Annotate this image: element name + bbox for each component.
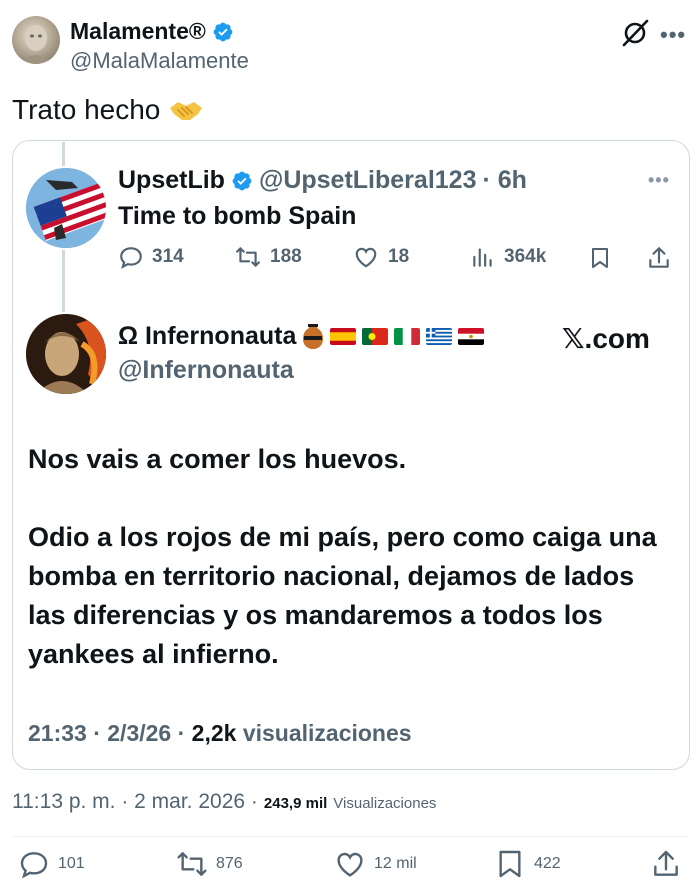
infernonauta-avatar[interactable] <box>26 314 106 394</box>
italy-flag-icon <box>394 328 421 345</box>
grok-icon[interactable] <box>620 18 650 48</box>
tweet-timestamp[interactable]: 11:13 p. m. · 2 mar. 2026 · <box>12 790 258 814</box>
share-icon <box>654 850 678 876</box>
reply-icon <box>120 247 142 269</box>
like-icon <box>337 852 363 877</box>
views-icon <box>473 248 492 267</box>
infernonauta-views-label: visualizaciones <box>242 720 412 746</box>
upsetlib-avatar[interactable] <box>26 168 106 248</box>
upsetlib-name[interactable]: UpsetLib <box>118 166 225 195</box>
bookmark-button[interactable]: 422 <box>494 848 561 880</box>
repost-button[interactable]: 876 <box>176 848 243 880</box>
like-count: 12 mil <box>374 855 417 872</box>
like-count: 18 <box>388 246 410 267</box>
repost-count: 876 <box>216 855 243 872</box>
verified-badge-icon <box>232 171 252 190</box>
reply-count: 101 <box>58 855 85 872</box>
bookmark-icon[interactable] <box>588 244 612 272</box>
reply-button[interactable]: 101 <box>18 848 85 880</box>
more-icon[interactable]: ••• <box>660 22 686 48</box>
author-avatar[interactable] <box>12 16 60 64</box>
repost-icon <box>236 247 260 267</box>
upsetlib-actions: 314 188 18 364k <box>118 244 678 278</box>
upsetlib-time: · 6h <box>482 166 527 194</box>
like-icon <box>355 247 377 268</box>
repost-count: 188 <box>270 246 302 267</box>
infernonauta-name[interactable]: Ω Infernonauta <box>118 322 296 351</box>
thread-line-top <box>62 142 65 166</box>
egypt-flag-icon <box>458 328 485 345</box>
tweet-views-label: Visualizaciones <box>333 795 437 812</box>
bookmark-icon <box>499 850 521 878</box>
verified-badge-icon <box>213 22 233 41</box>
upsetlib-handle[interactable]: @UpsetLiberal123 <box>259 166 477 195</box>
upsetlib-text: Time to bomb Spain <box>118 202 357 230</box>
portugal-flag-icon <box>362 328 389 345</box>
tweet-actions: 101 876 12 mil 422 <box>0 848 700 888</box>
author-handle[interactable]: @MalaMalamente <box>70 48 249 74</box>
share-button[interactable] <box>650 848 682 880</box>
divider <box>12 836 688 837</box>
infernonauta-meta: 21:33 · 2/3/26 · 2,2k visualizaciones <box>28 720 412 747</box>
tweet-text-row: Trato hecho <box>12 94 204 126</box>
xcom-watermark: 𝕏.com <box>562 323 650 354</box>
share-icon[interactable] <box>646 244 672 272</box>
infernonauta-handle[interactable]: @Infernonauta <box>118 356 294 385</box>
handshake-icon <box>170 102 203 120</box>
tweet-meta: 11:13 p. m. · 2 mar. 2026 · 243,9 mil Vi… <box>12 790 436 814</box>
repost-button[interactable]: 188 <box>234 244 302 270</box>
views-button[interactable]: 364k <box>470 244 546 270</box>
reply-count: 314 <box>152 246 184 267</box>
spain-flag-icon <box>330 328 357 345</box>
like-button[interactable]: 18 <box>352 244 409 270</box>
infernonauta-header[interactable]: Ω Infernonauta <box>118 322 485 351</box>
like-button[interactable]: 12 mil <box>334 848 417 880</box>
more-icon[interactable]: ••• <box>648 170 670 191</box>
thread-line <box>62 250 65 312</box>
tweet-text: Trato hecho <box>12 94 161 125</box>
infernonauta-time: 21:33 · 2/3/26 · <box>28 720 186 746</box>
reply-icon <box>20 852 48 879</box>
infernonauta-paragraph: Odio a los rojos de mi país, pero como c… <box>28 522 657 669</box>
repost-icon <box>177 852 207 876</box>
infernonauta-text: Nos vais a comer los huevos. Odio a los … <box>28 440 678 674</box>
bookmark-count: 422 <box>534 855 561 872</box>
infernonauta-views-count: 2,2k <box>191 720 237 746</box>
amphora-icon <box>303 323 324 349</box>
author-name[interactable]: Malamente® <box>70 18 206 45</box>
infernonauta-paragraph: Nos vais a comer los huevos. <box>28 444 407 474</box>
greece-flag-icon <box>426 328 453 345</box>
author-name-row[interactable]: Malamente® <box>70 18 234 45</box>
reply-button[interactable]: 314 <box>118 244 184 270</box>
upsetlib-header[interactable]: UpsetLib @UpsetLiberal123 · 6h <box>118 166 527 195</box>
views-count: 364k <box>504 246 547 267</box>
tweet-views-count: 243,9 mil <box>263 795 328 812</box>
